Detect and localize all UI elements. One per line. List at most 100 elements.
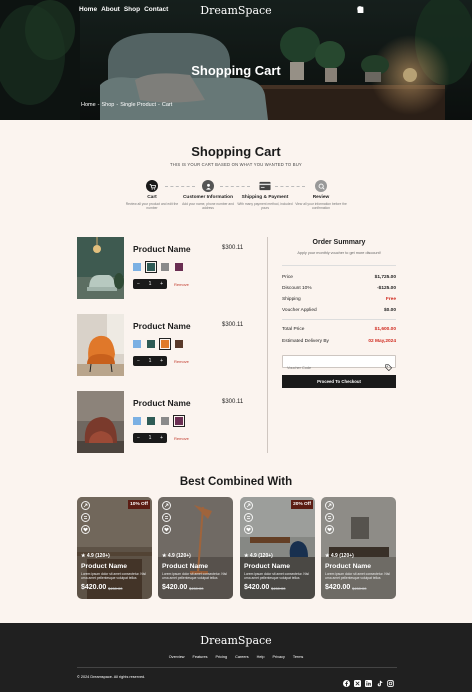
footer-link-overview[interactable]: Overview [169, 655, 185, 659]
footer-link-help[interactable]: Help [257, 655, 265, 659]
footer-logo[interactable]: DreamSpace [0, 634, 472, 647]
voucher-input[interactable] [283, 362, 379, 374]
card-old-price: $450.00 [108, 586, 123, 591]
card-price: $420.00 [81, 584, 107, 591]
twitter-icon[interactable] [354, 674, 361, 687]
breadcrumb-single-product[interactable]: Single Product [120, 102, 156, 108]
step-shipping-payment[interactable]: Shipping & Payment With many payment met… [234, 180, 296, 211]
remove-button[interactable]: Remove [174, 282, 189, 287]
cart-item: Product Name $300.11 − 1 + Remove [77, 237, 267, 299]
color-swatch[interactable] [161, 417, 169, 425]
product-image[interactable] [77, 391, 124, 453]
footer-link-features[interactable]: Features [193, 655, 208, 659]
bag-icon[interactable] [357, 6, 386, 13]
summary-label: Price [282, 275, 293, 280]
rating: ★ 4.9 (120+) [325, 553, 354, 559]
breadcrumb-cart[interactable]: Cart [162, 102, 172, 108]
share-icon[interactable] [244, 501, 253, 510]
hero-title: Shopping Cart [191, 63, 281, 78]
linkedin-icon[interactable] [365, 674, 372, 687]
product-price: $300.11 [222, 322, 244, 328]
card-product-name: Product Name [162, 563, 209, 570]
color-swatch[interactable] [175, 340, 183, 348]
star-icon: ★ [81, 553, 86, 559]
product-card[interactable]: ★ 4.9 (120+) Product Name Lorem ipsum do… [158, 497, 233, 599]
color-swatch-selected[interactable] [159, 338, 171, 350]
compare-icon[interactable] [325, 513, 334, 522]
card-description: Lorem ipsum dolor sit amet consectetur. … [244, 572, 309, 581]
compare-icon[interactable] [244, 513, 253, 522]
cart-item: Product Name $300.11 − 1 + Remove [77, 314, 267, 376]
product-name: Product Name [133, 398, 191, 408]
color-swatch[interactable] [133, 263, 141, 271]
color-swatch-selected[interactable] [173, 415, 185, 427]
quantity-value[interactable]: 1 [149, 281, 152, 287]
star-icon: ★ [244, 553, 249, 559]
order-summary-title: Order Summary [312, 239, 366, 246]
summary-value: $1,725.00 [374, 275, 396, 280]
hero-banner: Home About Shop Contact DreamSpace Shopp… [0, 0, 472, 120]
step-label: Shipping & Payment [241, 195, 289, 200]
color-swatch[interactable] [147, 417, 155, 425]
customer-icon [202, 180, 214, 192]
product-card[interactable]: 20% Off ★ 4.9 (120+) Product Name Lorem … [240, 497, 315, 599]
quantity-value[interactable]: 1 [149, 435, 152, 441]
discount-badge: 20% Off [291, 500, 313, 509]
color-swatch[interactable] [161, 263, 169, 271]
decrease-button[interactable]: − [137, 281, 140, 287]
breadcrumb-sep: - [97, 102, 100, 108]
rating-value: 4.9 (120+) [86, 553, 110, 559]
share-icon[interactable] [325, 501, 334, 510]
step-cart[interactable]: Cart Review all your product and edit th… [121, 180, 183, 211]
tiktok-icon[interactable] [376, 674, 383, 687]
compare-icon[interactable] [81, 513, 90, 522]
product-name: Product Name [133, 244, 191, 254]
facebook-icon[interactable] [343, 674, 350, 687]
compare-icon[interactable] [162, 513, 171, 522]
footer-link-privacy[interactable]: Privacy [272, 655, 284, 659]
summary-row-price: Price $1,725.00 [282, 275, 396, 280]
increase-button[interactable]: + [160, 435, 163, 441]
heart-icon[interactable] [81, 525, 90, 534]
user-icon[interactable] [357, 6, 397, 13]
quantity-stepper: − 1 + [133, 433, 167, 443]
heart-icon[interactable] [325, 525, 334, 534]
color-swatch[interactable] [133, 417, 141, 425]
remove-button[interactable]: Remove [174, 359, 189, 364]
decrease-button[interactable]: − [137, 358, 140, 364]
footer-link-careers[interactable]: Careers [235, 655, 249, 659]
decrease-button[interactable]: − [137, 435, 140, 441]
share-icon[interactable] [162, 501, 171, 510]
step-review[interactable]: Review View all your information before … [290, 180, 352, 211]
heart-icon[interactable] [162, 525, 171, 534]
increase-button[interactable]: + [160, 358, 163, 364]
color-swatch[interactable] [175, 263, 183, 271]
nav-icons [357, 6, 397, 13]
color-swatch[interactable] [133, 340, 141, 348]
summary-row-total: Total Price $1,600.00 [282, 327, 396, 332]
product-price: $300.11 [222, 399, 244, 405]
heart-icon[interactable] [244, 525, 253, 534]
instagram-icon[interactable] [387, 674, 394, 687]
product-card[interactable]: ★ 4.9 (120+) Product Name Lorem ipsum do… [321, 497, 396, 599]
remove-button[interactable]: Remove [174, 436, 189, 441]
step-customer-information[interactable]: Customer Information Add your name, phon… [177, 180, 239, 211]
color-swatch-selected[interactable] [145, 261, 157, 273]
footer-link-terms[interactable]: Terms [293, 655, 303, 659]
proceed-to-checkout-button[interactable]: Proceed To Checkout [282, 375, 396, 388]
footer-divider [77, 667, 397, 668]
product-image[interactable] [77, 237, 124, 299]
color-swatch[interactable] [147, 340, 155, 348]
card-description: Lorem ipsum dolor sit amet consectetur. … [81, 572, 146, 581]
increase-button[interactable]: + [160, 281, 163, 287]
tag-icon[interactable] [385, 358, 393, 376]
site-logo[interactable]: DreamSpace [0, 4, 472, 17]
share-icon[interactable] [81, 501, 90, 510]
product-image[interactable] [77, 314, 124, 376]
product-card[interactable]: 10% Off ★ 4.9 (120+) Product Name Lorem … [77, 497, 152, 599]
quantity-value[interactable]: 1 [149, 358, 152, 364]
chat-icon[interactable] [357, 6, 375, 13]
breadcrumb-shop[interactable]: Shop [102, 102, 115, 108]
footer-link-pricing[interactable]: Pricing [216, 655, 228, 659]
breadcrumb-home[interactable]: Home [81, 102, 96, 108]
